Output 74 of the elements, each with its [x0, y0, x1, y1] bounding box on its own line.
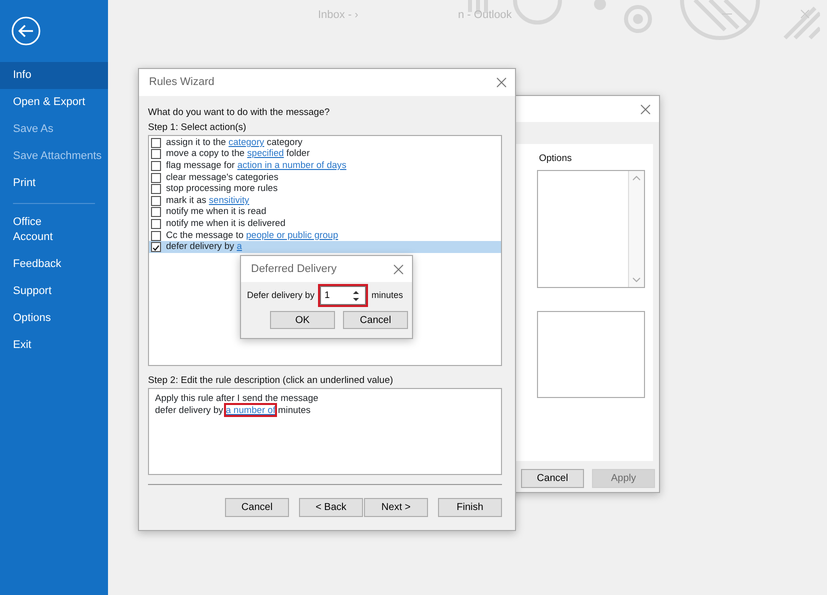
- checkbox[interactable]: [151, 218, 161, 229]
- action-text: defer delivery by a: [166, 240, 242, 254]
- action-link[interactable]: category: [228, 136, 264, 147]
- checkbox[interactable]: [151, 138, 161, 148]
- spin-arrows-icon: [350, 290, 361, 302]
- dialog-button[interactable]: Cancel: [521, 469, 584, 488]
- close-icon: [640, 104, 651, 114]
- wizard-button[interactable]: < Back: [299, 498, 363, 517]
- spinner-field[interactable]: 1: [320, 286, 366, 305]
- scroll-down-icon: [632, 277, 641, 284]
- sidebar-item[interactable]: Print: [0, 170, 108, 197]
- window-title: n - Outlook: [458, 8, 512, 23]
- action-row[interactable]: notify me when it is read: [149, 206, 501, 218]
- wizard-button[interactable]: Cancel: [225, 498, 289, 517]
- action-text: notify me when it is delivered: [166, 216, 286, 230]
- sidebar-item[interactable]: Exit: [0, 332, 108, 359]
- unit-label: minutes: [372, 288, 404, 302]
- action-link[interactable]: action in a number of days: [237, 160, 346, 170]
- action-row[interactable]: notify me when it is delivered: [149, 218, 501, 230]
- sidebar-item[interactable]: Options: [0, 305, 108, 332]
- close-icon: [496, 77, 507, 88]
- close-icon: [393, 264, 404, 274]
- action-row[interactable]: defer delivery by a: [149, 241, 501, 253]
- wizard-button[interactable]: Next >: [364, 498, 428, 517]
- action-row[interactable]: clear message's categories: [149, 172, 501, 184]
- dialog-button[interactable]: OK: [270, 311, 335, 329]
- checkbox[interactable]: [151, 172, 161, 183]
- dialog-button[interactable]: Cancel: [343, 311, 408, 329]
- action-link[interactable]: people or public group: [246, 230, 338, 240]
- action-row[interactable]: assign it to the category category: [149, 137, 501, 149]
- window-title: Inbox - ›: [318, 8, 358, 23]
- dialog-title: Deferred Delivery: [251, 262, 337, 277]
- step-label: Step 2: Edit the rule description (click an underlined value): [148, 374, 394, 388]
- action-row[interactable]: Cc the message to people or public group: [149, 230, 501, 242]
- options-label[interactable]: Options: [539, 152, 645, 166]
- dialog-title: Rules Wizard: [149, 75, 214, 90]
- action-row[interactable]: stop processing more rules: [149, 183, 501, 195]
- action-text: clear message's categories: [166, 170, 278, 184]
- scrollbar[interactable]: [628, 171, 644, 288]
- scroll-up-icon: [632, 175, 641, 182]
- action-link[interactable]: sensitivity: [208, 194, 250, 205]
- checkbox[interactable]: [151, 160, 161, 171]
- sidebar-item[interactable]: Support: [0, 278, 108, 305]
- wizard-button[interactable]: Finish: [438, 498, 502, 517]
- checkbox[interactable]: [151, 184, 161, 194]
- action-text: notify me when it is read: [166, 205, 266, 218]
- action-text: mark it as sensitivity: [166, 194, 250, 207]
- checkbox[interactable]: [151, 196, 161, 206]
- action-row[interactable]: mark it as sensitivity: [149, 194, 501, 207]
- action-row[interactable]: move a copy to the specified folder: [149, 148, 501, 160]
- field-label: Defer delivery by: [247, 288, 315, 302]
- action-text: move a copy to the specified folder: [166, 147, 310, 160]
- action-row[interactable]: flag message for action in a number of days: [149, 160, 501, 172]
- description-text: defer delivery by a number of minutes: [155, 404, 312, 416]
- checkbox[interactable]: [151, 230, 161, 241]
- action-text: stop processing more rules: [166, 182, 278, 196]
- action-text: flag message for action in a number of days: [166, 159, 346, 172]
- checkbox[interactable]: [151, 242, 161, 252]
- description-link[interactable]: a number of: [226, 405, 276, 415]
- step-label: Step 1: Select action(s): [148, 121, 248, 135]
- sidebar-item[interactable]: Feedback: [0, 251, 108, 278]
- close-icon: [800, 9, 810, 19]
- sidebar-item[interactable]: Open & Export: [0, 89, 108, 116]
- action-text: assign it to the category category: [166, 136, 302, 149]
- question-label: What do you want to do with the message?: [148, 106, 331, 120]
- checkbox[interactable]: [151, 149, 161, 160]
- sidebar-item[interactable]: Info: [0, 62, 108, 89]
- checkbox[interactable]: [151, 207, 161, 218]
- description-text: Apply this rule after I send the message: [155, 392, 320, 404]
- minutes-field[interactable]: 1: [320, 287, 351, 304]
- sidebar-item[interactable]: Office Account: [0, 209, 70, 251]
- action-text: Cc the message to people or public group: [166, 228, 338, 242]
- back-icon[interactable]: [11, 16, 41, 46]
- action-link[interactable]: specified: [247, 148, 284, 158]
